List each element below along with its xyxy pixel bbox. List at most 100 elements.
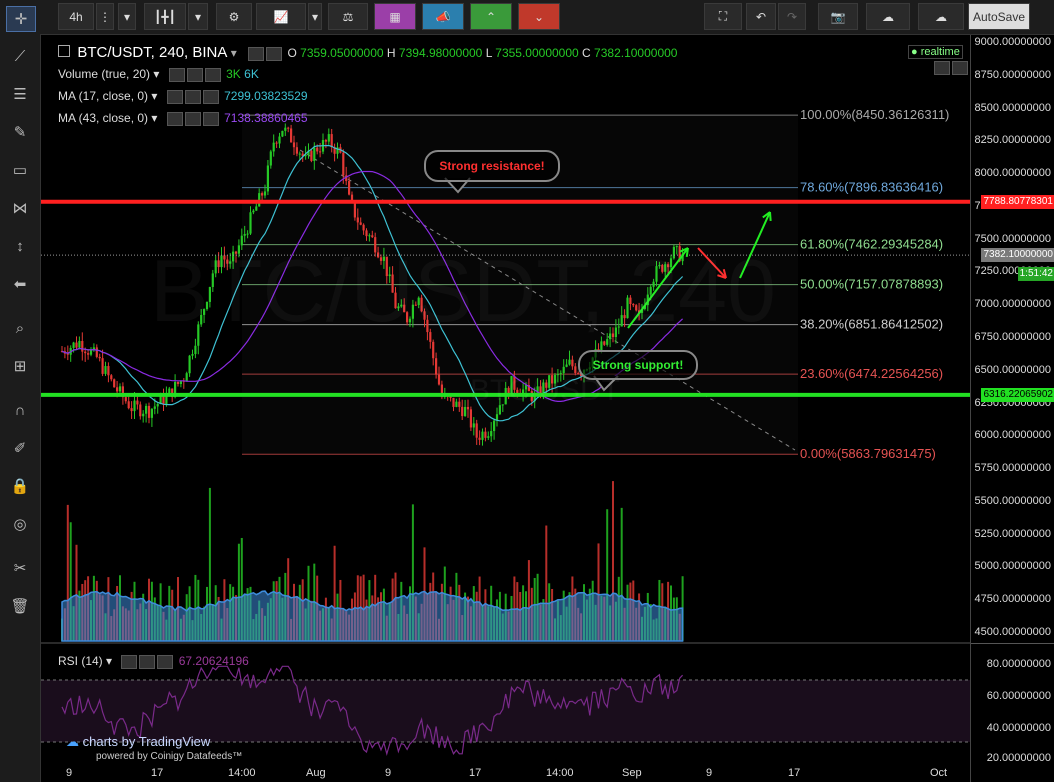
rsi-title[interactable]: RSI (14) bbox=[58, 654, 103, 668]
indicators-icon[interactable]: 📈 bbox=[256, 3, 306, 30]
trend-line-icon[interactable]: ⟋ bbox=[6, 44, 34, 68]
cloud-upload-icon[interactable]: ☁ bbox=[918, 3, 964, 30]
rsi-eye-icon[interactable] bbox=[121, 655, 138, 670]
undo-icon[interactable]: ↶ bbox=[746, 3, 776, 30]
price-tag: 7788.80778301 bbox=[981, 194, 1054, 209]
candle-body bbox=[356, 217, 359, 223]
candle-body bbox=[493, 420, 496, 432]
ma43-eye-icon[interactable] bbox=[166, 112, 183, 127]
price-tag: 6316.22065902 bbox=[981, 387, 1054, 402]
down-arrow-circle-icon[interactable]: ⌄ bbox=[518, 3, 560, 30]
camera-icon[interactable]: 📷 bbox=[818, 3, 858, 30]
ma43-legend: MA (43, close, 0) ▾ 7138.38860465 bbox=[58, 111, 308, 127]
pattern-icon[interactable]: ⋈ bbox=[6, 196, 34, 220]
ma17-title[interactable]: MA (17, close, 0) bbox=[58, 89, 148, 103]
zoom-icon[interactable]: ⌕ bbox=[6, 316, 34, 340]
ohlc-open: 7359.05000000 bbox=[300, 46, 384, 60]
x-axis-tick-label: 14:00 bbox=[546, 767, 574, 779]
rsi-close-icon[interactable] bbox=[157, 655, 174, 670]
redo-icon[interactable]: ↷ bbox=[778, 3, 806, 30]
ma43-title[interactable]: MA (43, close, 0) bbox=[58, 111, 148, 125]
volume-close-icon[interactable] bbox=[204, 68, 221, 83]
fullscreen-icon[interactable]: ⛶ bbox=[704, 3, 742, 30]
candle-body bbox=[290, 128, 293, 143]
candle-body bbox=[243, 233, 246, 236]
measure-icon[interactable]: ↕ bbox=[6, 234, 34, 258]
ma17-dropdown-icon[interactable]: ▾ bbox=[151, 89, 157, 103]
pane-up-icon[interactable] bbox=[934, 61, 950, 76]
rsi-settings-icon[interactable] bbox=[139, 655, 156, 670]
ma17-settings-icon[interactable] bbox=[184, 90, 201, 105]
candle-body bbox=[249, 212, 252, 234]
ma17-close-icon[interactable] bbox=[202, 90, 219, 105]
interval-menu-icon[interactable]: ⋮ bbox=[96, 3, 114, 30]
volume-eye-icon[interactable] bbox=[168, 68, 185, 83]
support-callout[interactable]: Strong support! bbox=[578, 350, 698, 380]
eye-hidden-icon[interactable]: ◎ bbox=[6, 512, 34, 536]
candle-body bbox=[565, 364, 568, 367]
price-axis[interactable]: 9000.00000000 8750.00000000 8500.00000000 8… bbox=[970, 35, 1054, 782]
candle-body bbox=[475, 423, 478, 438]
y-axis-tick-label: 5750.00000000 bbox=[974, 462, 1051, 475]
ma43-dropdown-icon[interactable]: ▾ bbox=[151, 111, 157, 125]
megaphone-icon[interactable]: 📣 bbox=[422, 3, 464, 30]
candle-body bbox=[281, 130, 284, 137]
rsi-dropdown-icon[interactable]: ▾ bbox=[106, 654, 112, 668]
arrow-left-icon[interactable]: ⬅ bbox=[6, 272, 34, 296]
brush-icon[interactable]: ✎ bbox=[6, 120, 34, 144]
x-axis-tick-label: 17 bbox=[151, 767, 164, 779]
ma43-close-icon[interactable] bbox=[202, 112, 219, 127]
compare-scale-icon[interactable]: ⚖ bbox=[328, 3, 368, 30]
candle-body bbox=[435, 358, 438, 375]
autosave-button[interactable]: AutoSave bbox=[968, 3, 1030, 30]
y-axis-tick-label: 4750.00000000 bbox=[974, 593, 1051, 606]
cloud-download-icon[interactable]: ☁ bbox=[866, 3, 910, 30]
resistance-callout[interactable]: Strong resistance! bbox=[424, 150, 560, 182]
style-dropdown-icon[interactable]: ▾ bbox=[188, 3, 208, 30]
rsi-axis-tick-label: 60.00000000 bbox=[986, 690, 1051, 702]
ma17-eye-icon[interactable] bbox=[166, 90, 183, 105]
indicators-dropdown-icon[interactable]: ▾ bbox=[308, 3, 322, 30]
symbol-dropdown-icon[interactable]: ▾ bbox=[231, 46, 237, 60]
candle-body bbox=[87, 353, 90, 355]
trash-icon[interactable]: 🗑 bbox=[6, 594, 34, 618]
ruler-icon[interactable]: ⊞ bbox=[6, 354, 34, 378]
volume-dropdown-icon[interactable]: ▾ bbox=[153, 67, 159, 81]
candle-body bbox=[252, 210, 255, 213]
magnet-icon[interactable]: ∩ bbox=[6, 398, 34, 422]
fib-level-label: 0.00%(5863.79631475) bbox=[800, 446, 936, 461]
candles-style-icon[interactable]: ┃╋┃ bbox=[144, 3, 186, 30]
candle-body bbox=[139, 404, 142, 417]
interval-dropdown-icon[interactable]: ▾ bbox=[118, 3, 136, 30]
ohlc-h-label: H bbox=[386, 46, 396, 60]
settings-gear-icon[interactable]: ⚙ bbox=[216, 3, 252, 30]
y-axis-tick-label: 5000.00000000 bbox=[974, 560, 1051, 573]
candle-body bbox=[110, 375, 113, 380]
candle-body bbox=[348, 181, 351, 195]
interval-select[interactable]: 4h bbox=[58, 3, 94, 30]
lock-icon[interactable]: 🔒 bbox=[6, 474, 34, 498]
remove-drawings-icon[interactable]: ✂ bbox=[6, 556, 34, 580]
crosshair-icon[interactable]: ✛ bbox=[6, 6, 36, 32]
legend-settings-icon[interactable] bbox=[266, 47, 283, 62]
cube-icon[interactable]: ▦ bbox=[374, 3, 416, 30]
collapse-icon[interactable] bbox=[58, 45, 70, 57]
volume-settings-icon[interactable] bbox=[186, 68, 203, 83]
candle-body bbox=[133, 400, 136, 412]
pane-down-icon[interactable] bbox=[952, 61, 968, 76]
x-axis-tick-label: 9 bbox=[385, 767, 392, 779]
candle-body bbox=[568, 359, 571, 365]
tradingview-branding[interactable]: ☁ charts by TradingView bbox=[66, 734, 210, 750]
legend-eye-icon[interactable] bbox=[248, 47, 265, 62]
up-arrow-circle-icon[interactable]: ⌃ bbox=[470, 3, 512, 30]
callout-icon[interactable]: ▭ bbox=[6, 158, 34, 182]
fib-level-label: 100.00%(8450.36126311) bbox=[800, 107, 949, 122]
horizontal-lines-icon[interactable]: ☰ bbox=[6, 82, 34, 106]
y-axis-tick-label: 7500.00000000 bbox=[974, 232, 1051, 245]
candle-body bbox=[136, 400, 139, 405]
pencil-lock-icon[interactable]: ✐ bbox=[6, 436, 34, 460]
volume-title[interactable]: Volume (true, 20) bbox=[58, 67, 150, 81]
ohlc-o-label: O bbox=[287, 46, 297, 60]
symbol-title[interactable]: BTC/USDT, 240, BINA bbox=[77, 44, 227, 61]
ma43-settings-icon[interactable] bbox=[184, 112, 201, 127]
